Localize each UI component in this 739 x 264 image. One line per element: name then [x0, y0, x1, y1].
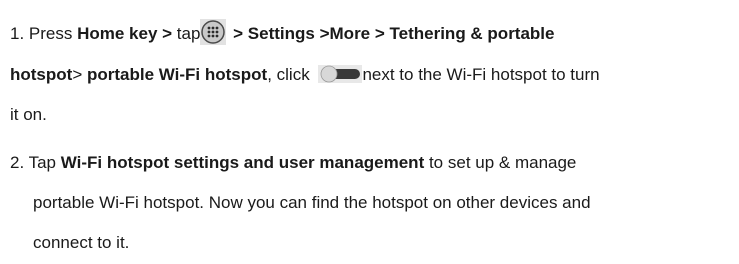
step1-line2: hotspot> portable Wi-Fi hotspot, click n…	[10, 64, 600, 86]
step1-tap: tap	[172, 24, 201, 43]
step2-line3: connect to it.	[33, 232, 129, 254]
step2-prefix: 2. Tap	[10, 153, 61, 172]
step1-home-key: Home key >	[77, 24, 173, 43]
step2-line2: portable Wi-Fi hotspot. Now you can find…	[33, 192, 591, 214]
step1-line3: it on.	[10, 104, 47, 126]
toggle-switch-off-icon	[318, 65, 363, 83]
step1-portable-wifi: portable Wi-Fi hotspot	[86, 65, 268, 84]
step2-connect: connect to it.	[33, 233, 130, 252]
step2-line1: 2. Tap Wi-Fi hotspot settings and user m…	[10, 152, 576, 174]
instruction-document: 1. Press Home key > tap > Settings >More…	[0, 0, 739, 264]
step1-separator: >	[72, 65, 87, 84]
step2-description: portable Wi-Fi hotspot. Now you can find…	[33, 193, 591, 212]
step1-turn-on: it on.	[10, 105, 47, 124]
step1-click: , click	[267, 65, 315, 84]
apps-grid-icon	[200, 19, 227, 45]
step1-hotspot: hotspot	[10, 65, 73, 84]
step2-bold-setting: Wi-Fi hotspot settings and user manageme…	[60, 153, 425, 172]
step1-settings-path: > Settings >More > Tethering & portable	[228, 24, 555, 43]
step1-line1: 1. Press Home key > tap > Settings >More…	[10, 19, 554, 45]
step2-suffix: to set up & manage	[424, 153, 577, 172]
step1-prefix: 1. Press	[10, 24, 78, 43]
step1-next: next to the Wi-Fi hotspot to turn	[362, 65, 600, 84]
